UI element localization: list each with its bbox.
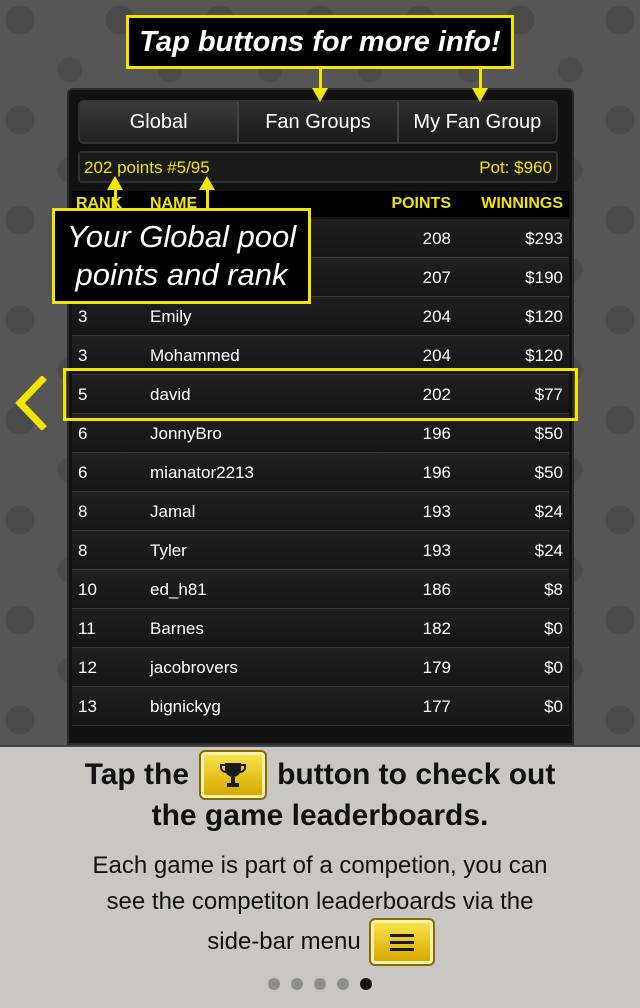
page-dot[interactable] [314, 978, 326, 990]
chevron-left-icon[interactable] [14, 375, 48, 431]
row-rank: 10 [78, 580, 97, 599]
header-winnings: WINNINGS [481, 195, 563, 212]
page-dot-active[interactable] [360, 978, 372, 990]
table-row[interactable]: 6 mianator2213 196 $50 [72, 453, 569, 492]
arrow-line [319, 69, 322, 89]
header-points: POINTS [391, 195, 451, 212]
tab-my-fan-group[interactable]: My Fan Group [398, 102, 556, 142]
row-winnings: $50 [534, 463, 563, 482]
table-row[interactable]: 8 Jamal 193 $24 [72, 492, 569, 531]
instruction-headline: Tap the button to check out the game lea… [0, 750, 640, 836]
callout-pool-line1: Your Global pool [66, 219, 297, 254]
row-winnings: $0 [544, 697, 563, 716]
arrow-down-icon [312, 88, 328, 102]
row-name: JonnyBro [150, 424, 222, 443]
row-rank: 8 [78, 541, 88, 560]
tap-buttons-callout: Tap buttons for more info! [126, 15, 514, 69]
row-rank: 11 [78, 619, 96, 638]
row-name: jacobrovers [150, 658, 238, 677]
page-dot[interactable] [291, 978, 303, 990]
row-points: 204 [422, 307, 451, 326]
row-points: 182 [422, 619, 451, 638]
row-winnings: $50 [534, 424, 563, 443]
pool-info-bar: 202 points #5/95 Pot: $960 [78, 151, 558, 183]
row-points: 208 [422, 229, 451, 248]
row-winnings: $24 [534, 502, 563, 521]
callout-pool-line2: points and rank [75, 257, 288, 292]
tab-global[interactable]: Global [80, 102, 240, 142]
sub-line3: side-bar menu [207, 928, 361, 955]
row-winnings: $120 [525, 307, 563, 326]
row-winnings: $24 [534, 541, 563, 560]
row-name: Jamal [150, 502, 196, 521]
table-row[interactable]: 10 ed_h81 186 $8 [72, 570, 569, 609]
global-pool-callout: Your Global pool points and rank [52, 208, 311, 304]
menu-icon [389, 934, 414, 951]
table-row[interactable]: 13 bignickyg 177 $0 [72, 687, 569, 726]
sub-line2: see the competiton leaderboards via the [106, 888, 534, 915]
menu-button[interactable] [368, 918, 435, 966]
row-winnings: $293 [525, 229, 563, 248]
row-rank: 3 [78, 346, 88, 365]
page-dot[interactable] [268, 978, 280, 990]
row-winnings: $8 [544, 580, 563, 599]
row-points: 179 [422, 658, 451, 677]
trophy-button[interactable] [199, 750, 268, 800]
row-points: 177 [422, 697, 451, 716]
row-rank: 3 [78, 307, 88, 326]
current-user-highlight [63, 368, 578, 421]
headline-line2: the game leaderboards. [151, 799, 489, 832]
row-rank: 6 [78, 463, 88, 482]
arrow-line [114, 189, 117, 209]
row-points: 196 [422, 463, 451, 482]
table-row[interactable]: 11 Barnes 182 $0 [72, 609, 569, 648]
row-points: 207 [422, 268, 451, 287]
row-points: 204 [422, 346, 451, 365]
row-name: bignickyg [150, 697, 221, 716]
row-points: 193 [422, 541, 451, 560]
arrow-line [479, 69, 482, 89]
row-points: 196 [422, 424, 451, 443]
page-dot[interactable] [337, 978, 349, 990]
row-name: Mohammed [150, 346, 240, 365]
arrow-line [206, 189, 209, 209]
pot-text: Pot: $960 [479, 158, 552, 177]
row-name: Tyler [150, 541, 187, 560]
row-name: Barnes [150, 619, 204, 638]
row-winnings: $0 [544, 619, 563, 638]
row-winnings: $0 [544, 658, 563, 677]
row-rank: 13 [78, 697, 97, 716]
instruction-subtext: Each game is part of a competion, you ca… [30, 848, 610, 966]
table-row[interactable]: 8 Tyler 193 $24 [72, 531, 569, 570]
row-points: 186 [422, 580, 451, 599]
headline-post: button to check out [277, 758, 556, 791]
table-row[interactable]: 12 jacobrovers 179 $0 [72, 648, 569, 687]
tab-fan-groups[interactable]: Fan Groups [239, 102, 399, 142]
sub-line1: Each game is part of a competion, you ca… [92, 852, 548, 879]
page-indicator [0, 978, 640, 990]
row-winnings: $120 [525, 346, 563, 365]
row-name: ed_h81 [150, 580, 207, 599]
arrow-up-icon [107, 176, 123, 190]
row-winnings: $190 [525, 268, 563, 287]
row-rank: 8 [78, 502, 88, 521]
row-rank: 12 [78, 658, 97, 677]
headline-pre: Tap the [84, 758, 190, 791]
row-points: 193 [422, 502, 451, 521]
row-rank: 6 [78, 424, 88, 443]
row-name: Emily [150, 307, 192, 326]
arrow-up-icon [199, 176, 215, 190]
points-rank-text: 202 points #5/95 [84, 158, 210, 177]
trophy-icon [220, 763, 247, 787]
tab-bar: Global Fan Groups My Fan Group [78, 100, 558, 144]
row-name: mianator2213 [150, 463, 254, 482]
arrow-down-icon [472, 88, 488, 102]
